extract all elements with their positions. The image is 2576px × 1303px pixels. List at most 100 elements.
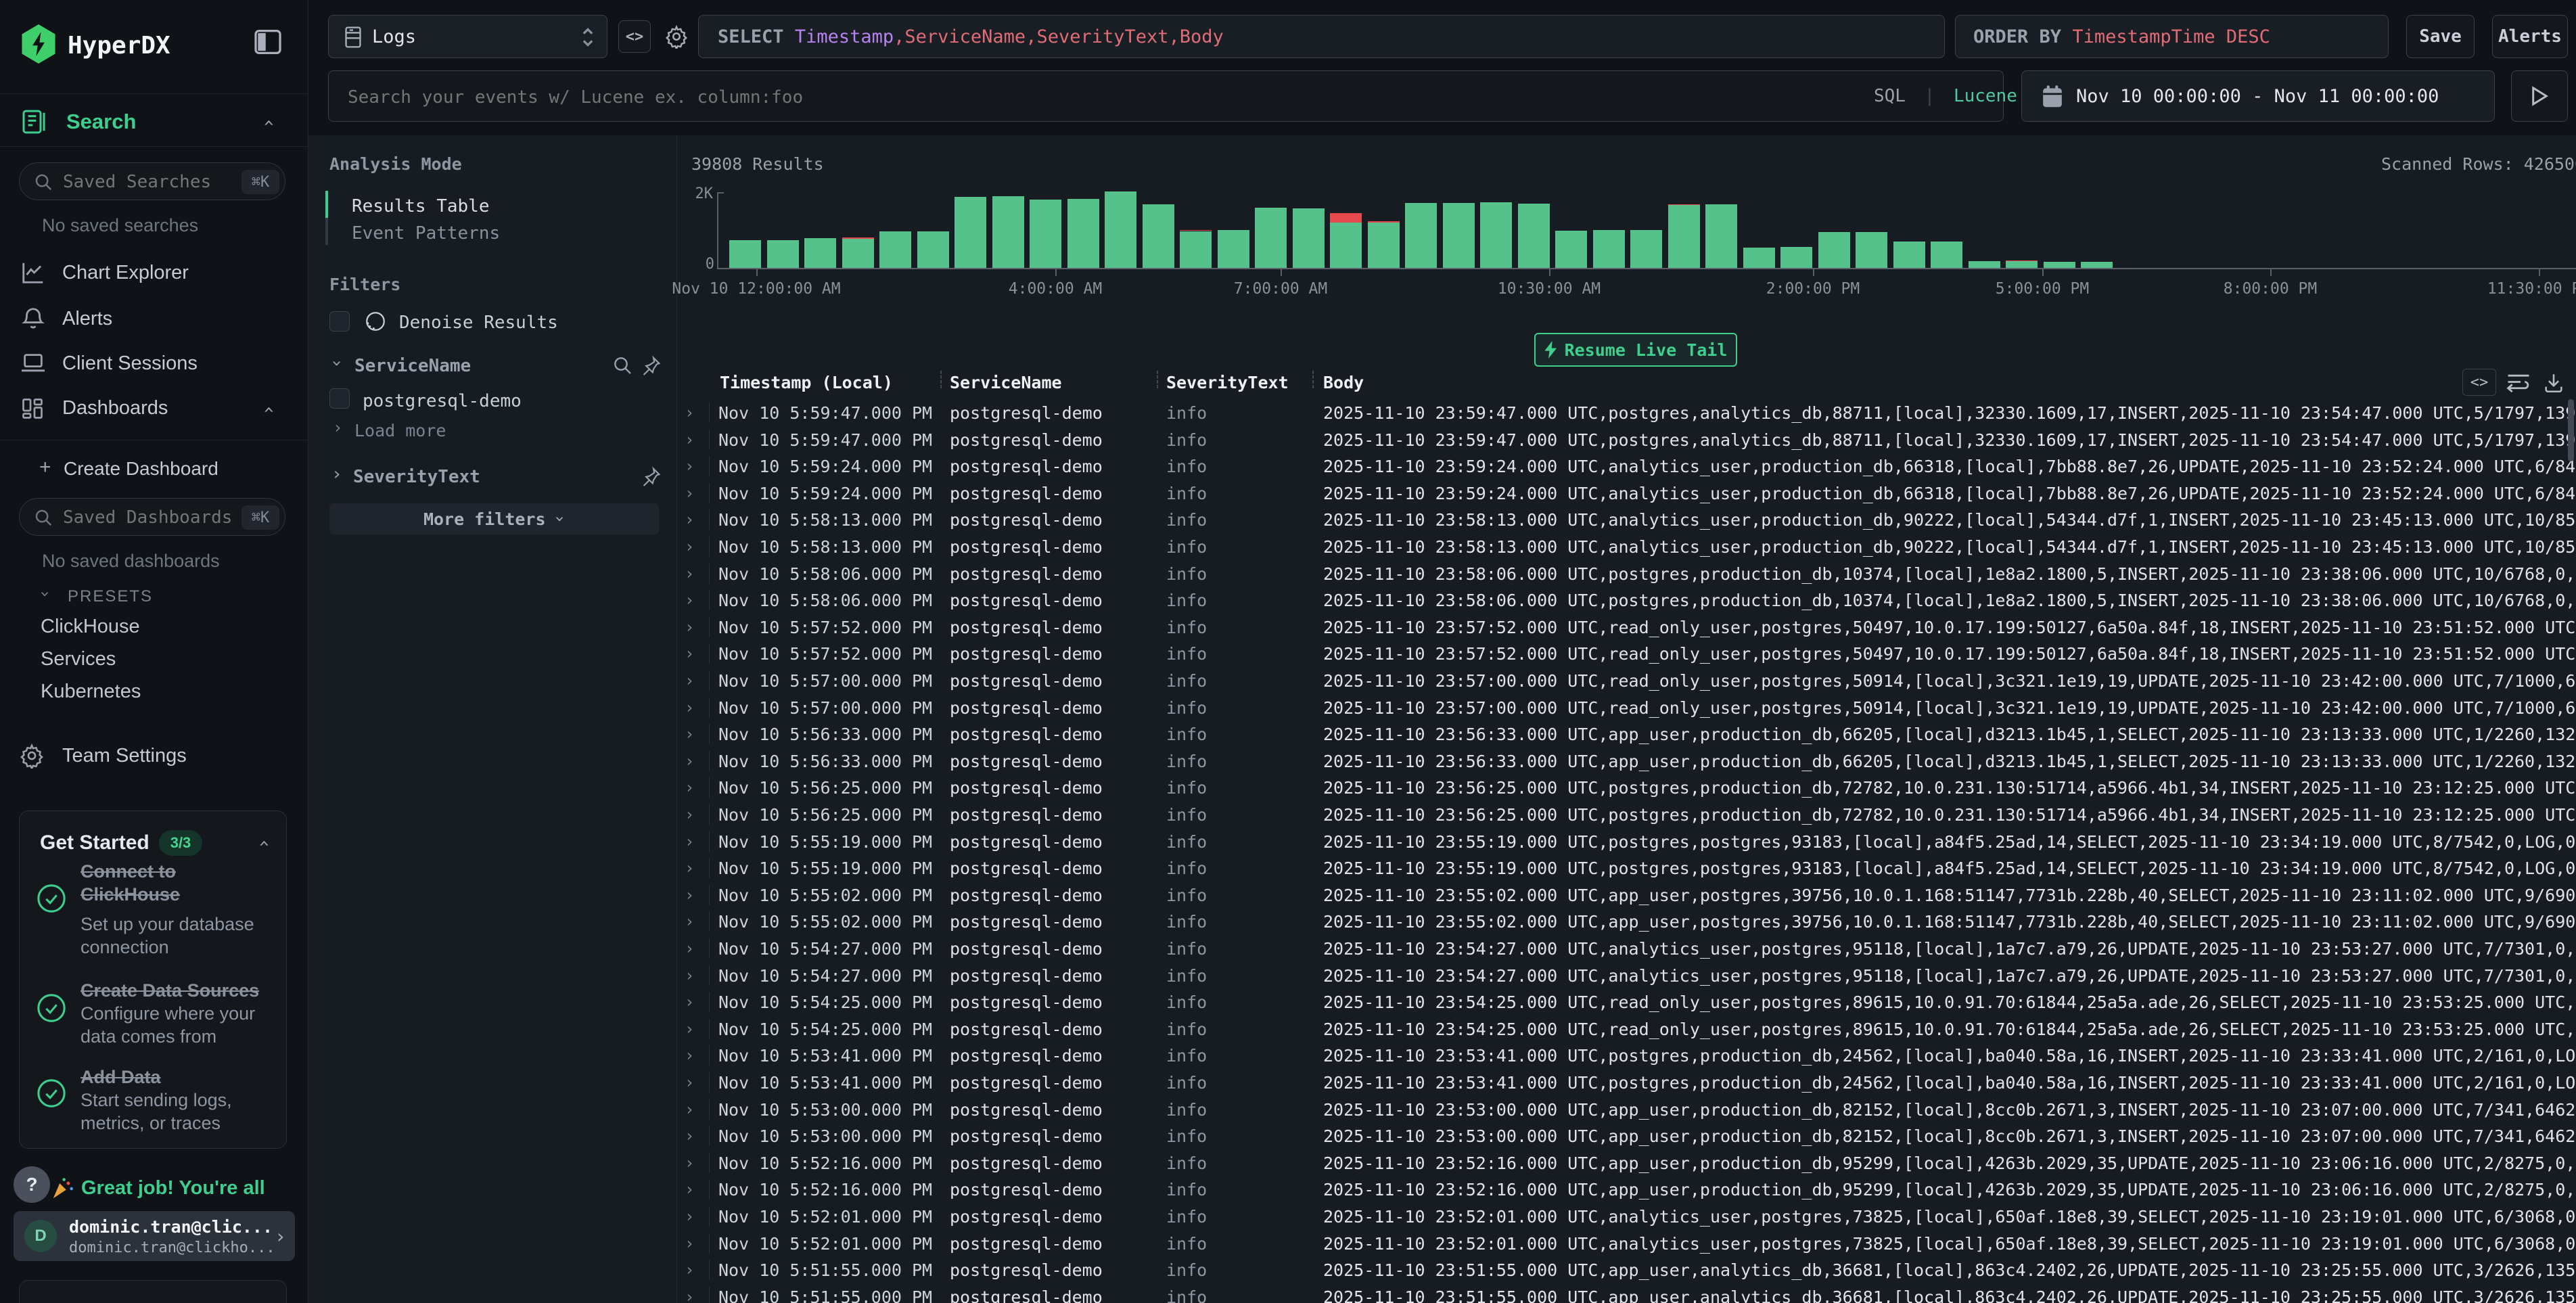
row-expand-icon[interactable]: › <box>685 430 694 449</box>
sidebar-item-dashboards[interactable]: Dashboards › <box>0 387 308 430</box>
sidebar-item-alerts[interactable]: Alerts <box>0 298 308 341</box>
row-expand-icon[interactable]: › <box>685 1073 694 1092</box>
table-row[interactable]: ›Nov 10 5:59:24.000 PMpostgresql-demoinf… <box>676 453 2576 480</box>
table-row[interactable]: ›Nov 10 5:53:41.000 PMpostgresql-demoinf… <box>676 1069 2576 1096</box>
step-title[interactable]: Create Data Sources <box>80 980 259 1001</box>
row-expand-icon[interactable]: › <box>685 1234 694 1253</box>
step-title[interactable]: Connect to <box>80 861 176 882</box>
step-title[interactable]: Add Data <box>80 1067 161 1088</box>
service-name-group-header[interactable]: › ServiceName <box>308 349 676 382</box>
table-row[interactable]: ›Nov 10 5:55:19.000 PMpostgresql-demoinf… <box>676 828 2576 855</box>
table-row[interactable]: ›Nov 10 5:56:33.000 PMpostgresql-demoinf… <box>676 748 2576 775</box>
row-expand-icon[interactable]: › <box>685 1046 694 1065</box>
table-columns-button[interactable]: <> <box>2462 369 2496 396</box>
source-select[interactable]: Logs <box>328 15 607 58</box>
table-row[interactable]: ›Nov 10 5:54:25.000 PMpostgresql-demoinf… <box>676 988 2576 1015</box>
row-expand-icon[interactable]: › <box>685 457 694 476</box>
row-expand-icon[interactable]: › <box>685 618 694 637</box>
collapse-sidebar-icon[interactable] <box>254 30 281 54</box>
row-expand-icon[interactable]: › <box>685 1180 694 1199</box>
preset-item-clickhouse[interactable]: ClickHouse <box>41 616 140 638</box>
table-row[interactable]: ›Nov 10 5:52:16.000 PMpostgresql-demoinf… <box>676 1176 2576 1203</box>
table-row[interactable]: ›Nov 10 5:56:25.000 PMpostgresql-demoinf… <box>676 801 2576 828</box>
row-expand-icon[interactable]: › <box>685 510 694 529</box>
pin-icon[interactable] <box>641 355 663 376</box>
pin-icon[interactable] <box>641 465 663 487</box>
column-resize-handle[interactable]: ┊ <box>1308 370 1318 389</box>
service-filter-label[interactable]: postgresql-demo <box>363 391 522 411</box>
create-dashboard-button[interactable]: + Create Dashboard <box>0 449 308 487</box>
sidebar-item-client-sessions[interactable]: Client Sessions <box>0 342 308 386</box>
table-row[interactable]: ›Nov 10 5:57:00.000 PMpostgresql-demoinf… <box>676 667 2576 694</box>
save-button[interactable]: Save <box>2406 15 2475 58</box>
row-expand-icon[interactable]: › <box>685 564 694 583</box>
row-expand-icon[interactable]: › <box>685 698 694 717</box>
table-row[interactable]: ›Nov 10 5:56:25.000 PMpostgresql-demoinf… <box>676 774 2576 801</box>
table-row[interactable]: ›Nov 10 5:57:52.000 PMpostgresql-demoinf… <box>676 614 2576 641</box>
severity-text-group-header[interactable]: › SeverityText <box>308 460 676 493</box>
table-row[interactable]: ›Nov 10 5:52:16.000 PMpostgresql-demoinf… <box>676 1149 2576 1176</box>
row-expand-icon[interactable]: › <box>685 939 694 958</box>
presets-section-header[interactable]: › PRESETS <box>0 583 308 613</box>
table-row[interactable]: ›Nov 10 5:59:47.000 PMpostgresql-demoinf… <box>676 399 2576 426</box>
more-filters-button[interactable]: More filters › <box>329 503 659 534</box>
row-expand-icon[interactable]: › <box>685 1207 694 1226</box>
row-expand-icon[interactable]: › <box>685 644 694 663</box>
lucene-mode-toggle[interactable]: Lucene <box>1954 86 2017 106</box>
row-expand-icon[interactable]: › <box>685 671 694 690</box>
step-title[interactable]: ClickHouse <box>80 884 180 905</box>
table-row[interactable]: ›Nov 10 5:58:06.000 PMpostgresql-demoinf… <box>676 587 2576 614</box>
column-header-body[interactable]: Body <box>1323 373 1364 392</box>
order-by-input[interactable]: ORDER BY TimestampTime DESC <box>1955 15 2389 58</box>
table-row[interactable]: ›Nov 10 5:59:24.000 PMpostgresql-demoinf… <box>676 480 2576 507</box>
table-row[interactable]: ›Nov 10 5:52:01.000 PMpostgresql-demoinf… <box>676 1230 2576 1257</box>
row-expand-icon[interactable]: › <box>685 403 694 422</box>
row-expand-icon[interactable]: › <box>685 1126 694 1145</box>
run-query-button[interactable] <box>2511 70 2568 122</box>
table-row[interactable]: ›Nov 10 5:55:19.000 PMpostgresql-demoinf… <box>676 854 2576 882</box>
column-header-severitytext[interactable]: SeverityText <box>1166 373 1289 392</box>
select-query-input[interactable]: SELECT Timestamp,ServiceName,SeverityTex… <box>698 15 1945 58</box>
table-row[interactable]: ›Nov 10 5:55:02.000 PMpostgresql-demoinf… <box>676 882 2576 909</box>
denoise-label[interactable]: Denoise Results <box>399 313 558 333</box>
user-menu[interactable]: D dominic.tran@clic... dominic.tran@clic… <box>14 1211 295 1261</box>
search-icon[interactable] <box>612 355 633 376</box>
table-row[interactable]: ›Nov 10 5:54:25.000 PMpostgresql-demoinf… <box>676 1015 2576 1043</box>
row-expand-icon[interactable]: › <box>685 778 694 797</box>
column-header-timestamp[interactable]: Timestamp (Local) <box>720 373 893 392</box>
row-expand-icon[interactable]: › <box>685 537 694 556</box>
sidebar-item-chart-explorer[interactable]: Chart Explorer <box>0 252 308 295</box>
row-expand-icon[interactable]: › <box>685 1020 694 1038</box>
table-row[interactable]: ›Nov 10 5:54:27.000 PMpostgresql-demoinf… <box>676 935 2576 962</box>
table-row[interactable]: ›Nov 10 5:51:55.000 PMpostgresql-demoinf… <box>676 1256 2576 1283</box>
sql-mode-toggle[interactable]: SQL <box>1874 86 1906 106</box>
column-header-servicename[interactable]: ServiceName <box>950 373 1062 392</box>
row-expand-icon[interactable]: › <box>685 1100 694 1119</box>
event-search-input[interactable] <box>346 83 1837 112</box>
table-row[interactable]: ›Nov 10 5:59:47.000 PMpostgresql-demoinf… <box>676 426 2576 453</box>
wrap-lines-icon[interactable] <box>2506 371 2531 394</box>
row-expand-icon[interactable]: › <box>685 1260 694 1279</box>
row-expand-icon[interactable]: › <box>685 992 694 1011</box>
row-expand-icon[interactable]: › <box>685 966 694 985</box>
mode-event-patterns[interactable]: Event Patterns <box>352 223 500 244</box>
row-expand-icon[interactable]: › <box>685 859 694 877</box>
table-row[interactable]: ›Nov 10 5:58:13.000 PMpostgresql-demoinf… <box>676 533 2576 560</box>
code-view-button[interactable]: <> <box>618 20 651 53</box>
table-row[interactable]: ›Nov 10 5:54:27.000 PMpostgresql-demoinf… <box>676 962 2576 989</box>
column-resize-handle[interactable]: ┊ <box>936 370 946 389</box>
table-row[interactable]: ›Nov 10 5:57:00.000 PMpostgresql-demoinf… <box>676 694 2576 721</box>
mode-results-table[interactable]: Results Table <box>352 196 490 216</box>
load-more[interactable]: › Load more <box>308 414 511 444</box>
preset-item-kubernetes[interactable]: Kubernetes <box>41 681 141 703</box>
row-expand-icon[interactable]: › <box>685 886 694 905</box>
table-row[interactable]: ›Nov 10 5:52:01.000 PMpostgresql-demoinf… <box>676 1203 2576 1230</box>
service-filter-checkbox[interactable] <box>329 388 350 409</box>
denoise-checkbox[interactable] <box>329 311 350 332</box>
saved-dashboards-search[interactable]: ⌘K <box>19 498 285 536</box>
saved-searches-input[interactable] <box>62 168 240 196</box>
table-row[interactable]: ›Nov 10 5:58:13.000 PMpostgresql-demoinf… <box>676 506 2576 533</box>
table-row[interactable]: ›Nov 10 5:53:00.000 PMpostgresql-demoinf… <box>676 1122 2576 1149</box>
download-icon[interactable] <box>2542 371 2565 394</box>
row-expand-icon[interactable]: › <box>685 725 694 744</box>
